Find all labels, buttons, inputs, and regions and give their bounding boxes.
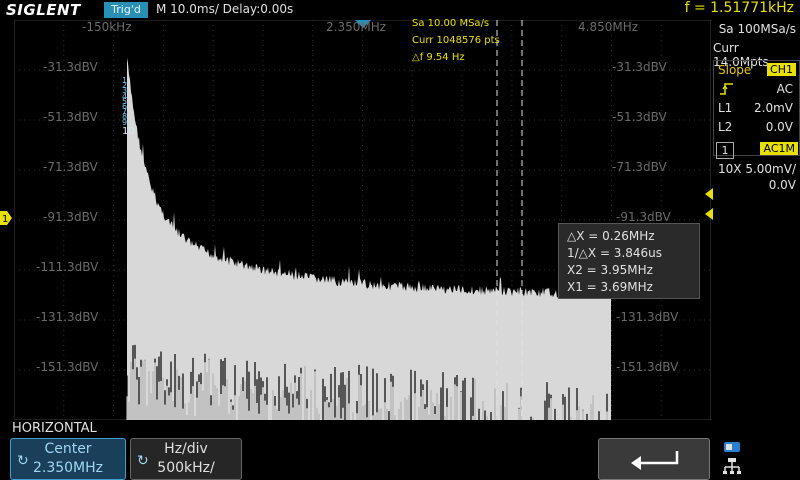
hzdiv-label: Hz/div — [164, 441, 208, 457]
right-info-panel: Sa 100MSa/s Curr 14.0Mpts Slope CH1 AC L… — [713, 20, 800, 480]
y-label: -131.3dBV — [616, 310, 679, 324]
softkey-bar: HORIZONTAL ↻ Center 2.350MHz ↻ Hz/div 50… — [0, 420, 800, 480]
x-label-center: 2.350MHz — [326, 20, 387, 34]
fft-sample-rate: Sa 10.00 MSa/s — [412, 18, 490, 29]
trigger-l1-value: 2.0mV — [754, 101, 793, 115]
center-frequency-softkey[interactable]: ↻ Center 2.350MHz — [10, 438, 126, 480]
cursor-readout-panel: △X = 0.26MHz 1/△X = 3.846us X2 = 3.95MHz… — [558, 223, 700, 299]
x-label-left: -150kHz — [82, 20, 132, 34]
peak-marker: 10 — [122, 125, 135, 137]
y-label: -151.3dBV — [616, 360, 679, 374]
y-label: -151.3dBV — [36, 360, 99, 374]
trigger-l2-label: L2 — [718, 120, 733, 134]
hzdiv-value: 500kHz/ — [157, 460, 215, 476]
channel-level-marker-icon[interactable]: 1 — [0, 211, 12, 225]
cursor-x1: X1 = 3.69MHz — [567, 280, 653, 294]
y-label: -31.3dBV — [612, 60, 667, 74]
peak-markers: 1 2 3 4 5 6 7 8 9 10 — [122, 76, 142, 137]
status-bar: SIGLENT Trig'd M 10.0ms/ Delay:0.00s f =… — [0, 0, 800, 20]
cursor-inverse-delta-x: 1/△X = 3.846us — [567, 246, 663, 260]
fft-display[interactable] — [14, 20, 711, 420]
peak-marker: 9 — [122, 117, 128, 127]
trigger-level-marker-icon[interactable] — [703, 188, 713, 222]
x-label-right: 4.850MHz — [578, 20, 639, 34]
channel-number: 1 — [716, 142, 734, 159]
hz-per-div-softkey[interactable]: ↻ Hz/div 500kHz/ — [130, 438, 242, 480]
center-value: 2.350MHz — [32, 460, 104, 476]
y-label: -31.3dBV — [43, 60, 98, 74]
center-label: Center — [44, 441, 92, 457]
svg-text:1: 1 — [2, 214, 8, 225]
y-label: -111.3dBV — [36, 260, 99, 274]
timebase-readout[interactable]: M 10.0ms/ Delay:0.00s — [156, 2, 293, 16]
trigger-l1-label: L1 — [718, 101, 733, 115]
y-label: -71.3dBV — [43, 160, 98, 174]
menu-title: HORIZONTAL — [12, 421, 97, 436]
y-label: -91.3dBV — [616, 210, 671, 224]
frequency-counter: f = 1.51771kHz — [684, 0, 794, 16]
y-label: -91.3dBV — [43, 210, 98, 224]
trigger-l2-value: 0.0V — [765, 120, 793, 134]
sample-rate: Sa 100MSa/s — [718, 22, 796, 36]
rising-edge-icon — [720, 83, 734, 99]
y-label: -51.3dBV — [43, 110, 98, 124]
cursor-delta-x: △X = 0.26MHz — [567, 229, 655, 243]
y-label: -131.3dBV — [36, 310, 99, 324]
system-status-icon[interactable] — [722, 440, 744, 476]
fft-points: Curr 1048576 pts — [412, 35, 500, 46]
back-button[interactable] — [598, 438, 710, 480]
channel-coupling-badge: AC1M — [760, 142, 798, 155]
trigger-source-badge: CH1 — [767, 63, 796, 76]
cursor-x2: X2 = 3.95MHz — [567, 263, 653, 277]
channel-scale: 10X 5.00mV/ — [718, 162, 796, 176]
y-label: -51.3dBV — [612, 110, 667, 124]
fft-delta-f: △f 9.54 Hz — [412, 52, 465, 63]
back-arrow-icon — [631, 451, 679, 470]
trigger-coupling: AC — [776, 82, 793, 96]
trigger-slope-label: Slope — [718, 63, 752, 77]
channel-offset: 0.0V — [768, 178, 796, 192]
channel-info-panel[interactable]: 1 AC1M 10X 5.00mV/ 0.0V — [713, 140, 800, 200]
trigger-status-badge: Trig'd — [104, 2, 148, 18]
brand-logo: SIGLENT — [6, 1, 81, 19]
y-label: -71.3dBV — [612, 160, 667, 174]
